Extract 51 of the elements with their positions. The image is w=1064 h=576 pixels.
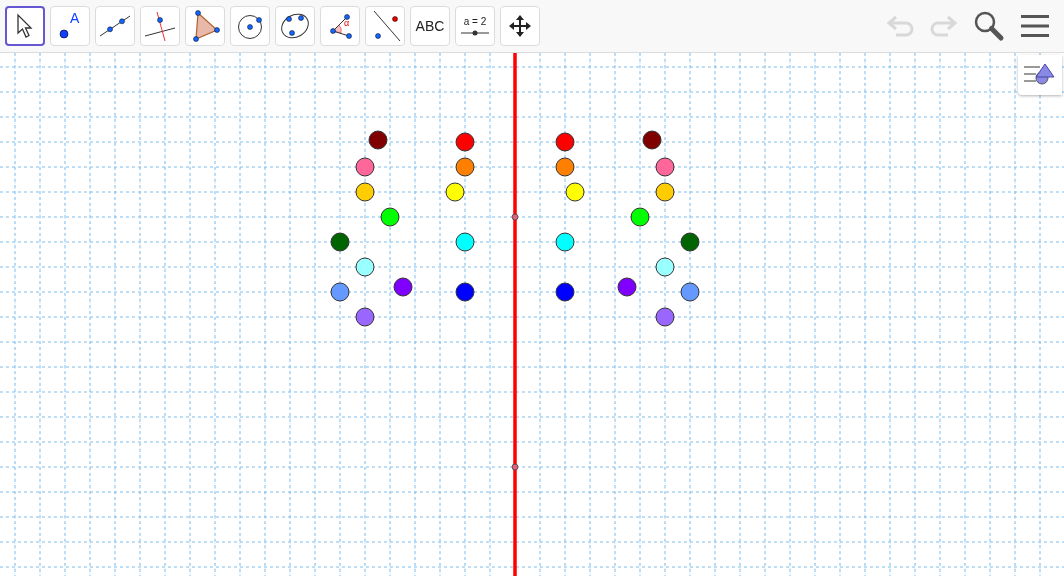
style-bar-toggle[interactable] [1018, 55, 1062, 95]
point[interactable] [355, 182, 375, 202]
point[interactable] [355, 307, 375, 327]
point[interactable] [555, 282, 575, 302]
tool-button[interactable] [5, 6, 45, 46]
line-point[interactable] [511, 213, 519, 221]
point[interactable] [680, 232, 700, 252]
point[interactable] [565, 182, 585, 202]
point[interactable] [380, 207, 400, 227]
point[interactable] [680, 282, 700, 302]
triangle-icon [190, 9, 220, 43]
point[interactable] [555, 132, 575, 152]
move-arrows-icon [508, 14, 532, 38]
point[interactable] [393, 277, 413, 297]
point-icon [59, 29, 69, 39]
point[interactable] [555, 232, 575, 252]
line-through-points-icon [98, 14, 132, 38]
undo-icon [886, 14, 916, 38]
point[interactable] [445, 182, 465, 202]
point[interactable] [617, 277, 637, 297]
point[interactable] [330, 232, 350, 252]
arrow-cursor-icon [16, 13, 34, 39]
point[interactable] [655, 257, 675, 277]
point-label: A [70, 11, 80, 25]
point[interactable] [355, 257, 375, 277]
point[interactable] [455, 232, 475, 252]
point[interactable] [642, 130, 662, 150]
tool-button[interactable]: α [320, 6, 360, 46]
tool-button[interactable]: ABC [410, 6, 450, 46]
angle-label: α [344, 19, 350, 28]
perpendicular-line-icon [143, 10, 177, 42]
point[interactable] [630, 207, 650, 227]
menu-icon [1021, 14, 1049, 38]
point[interactable] [655, 307, 675, 327]
slider-label: a = 2 [463, 16, 487, 27]
search-icon [973, 10, 1005, 42]
style-bar-icon [1022, 62, 1058, 88]
tool-button[interactable]: a = 2 [455, 6, 495, 46]
redo-icon [928, 14, 958, 38]
point[interactable] [455, 282, 475, 302]
point[interactable] [455, 157, 475, 177]
point[interactable] [655, 182, 675, 202]
line-point[interactable] [511, 463, 519, 471]
point[interactable] [455, 132, 475, 152]
tool-button[interactable]: A [50, 6, 90, 46]
point[interactable] [355, 157, 375, 177]
point[interactable] [330, 282, 350, 302]
point[interactable] [368, 130, 388, 150]
point[interactable] [555, 157, 575, 177]
slider-icon [461, 29, 489, 36]
point[interactable] [655, 157, 675, 177]
